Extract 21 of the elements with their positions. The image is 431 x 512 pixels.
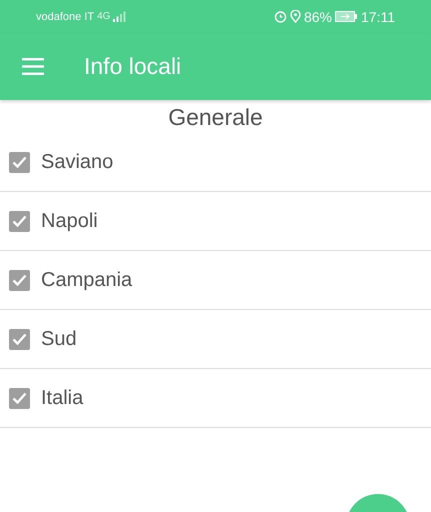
- checkbox[interactable]: [9, 270, 30, 290]
- item-label: Campania: [41, 268, 132, 292]
- item-label: Sud: [41, 328, 77, 350]
- checkbox[interactable]: [9, 328, 30, 350]
- carrier-name: vodafone IT: [36, 10, 94, 22]
- battery-icon: [335, 11, 358, 22]
- menu-icon[interactable]: [22, 58, 44, 75]
- battery-percent: 86%: [304, 8, 332, 24]
- location-icon: [290, 10, 301, 23]
- checkbox[interactable]: [9, 210, 30, 232]
- clock-time: 17:11: [361, 8, 395, 24]
- item-label: Italia: [41, 386, 84, 410]
- item-label: Napoli: [41, 210, 98, 232]
- alarm-icon: [274, 10, 287, 23]
- checkbox[interactable]: [9, 388, 30, 408]
- checkbox[interactable]: [9, 152, 30, 172]
- section-title: Generale: [168, 104, 263, 130]
- network-type: 4G: [97, 11, 110, 22]
- signal-icon: [113, 11, 128, 22]
- item-label: Saviano: [41, 150, 114, 174]
- app-title: Info locali: [84, 53, 182, 80]
